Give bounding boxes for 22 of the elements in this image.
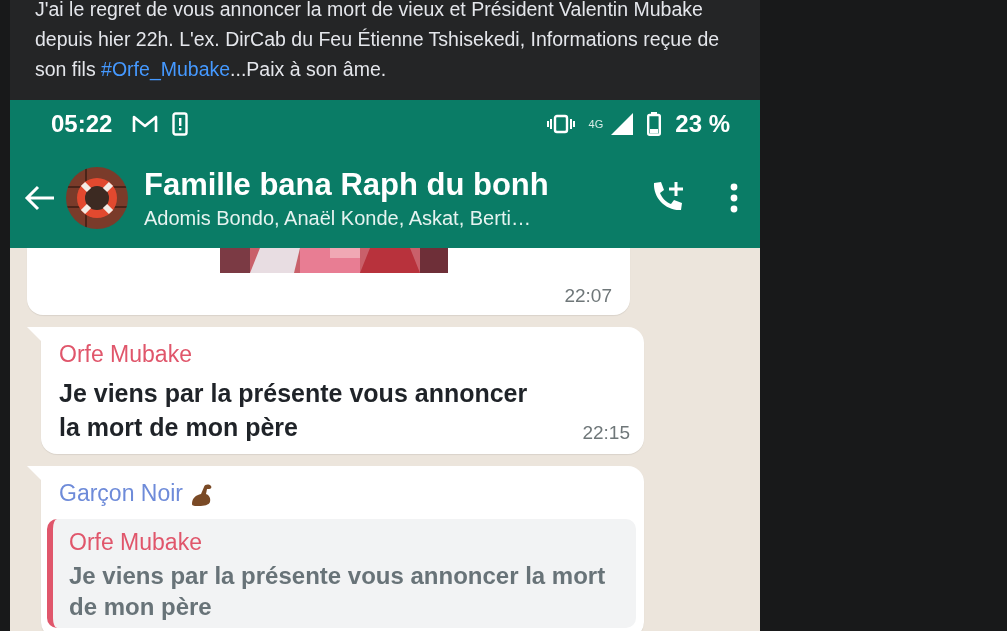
mail-icon	[132, 114, 159, 134]
message-time: 22:07	[563, 285, 612, 307]
quoted-sender: Orfe Mubake	[69, 529, 203, 556]
message-time: 22:15	[582, 422, 630, 444]
quoted-text: Je viens par la présente vous annoncer la mort de mon père	[69, 561, 607, 622]
battery-percent: 23 %	[675, 110, 730, 138]
signal-icon	[611, 113, 634, 135]
network-type: 4G	[588, 118, 604, 130]
chat-members: Adomis Bondo, Anaël Konde, Askat, Berti…	[144, 206, 532, 230]
vibrate-icon	[546, 114, 575, 134]
chat-title[interactable]: Famille bana Raph du bonh	[144, 166, 638, 203]
post-text: J'ai le regret de vous annoncer la mort de vieux et Président Valentin Mubake depuis hier 22h. L'ex. DirCab du Feu Étienne Tshisekedi, Informations reçue de son fils #Orfe_Mubake...Paix à son âme.	[34, 0, 721, 83]
sender-name: Garçon Noir	[59, 480, 183, 507]
phone-alert-icon	[172, 112, 189, 136]
sender-name: Orfe Mubake	[59, 341, 192, 368]
hashtag-link[interactable]: #Orfe_Mubake	[101, 58, 231, 80]
quoted-message[interactable]: Orfe Mubake Je viens par la présente vous annoncer la mort de mon père	[47, 519, 636, 628]
back-button[interactable]	[24, 185, 56, 211]
message-text: Je viens par la présente vous annoncer la mort de mon père	[59, 378, 529, 443]
battery-icon	[647, 112, 662, 136]
status-time: 05:22	[51, 110, 113, 138]
menu-button[interactable]	[730, 183, 738, 213]
